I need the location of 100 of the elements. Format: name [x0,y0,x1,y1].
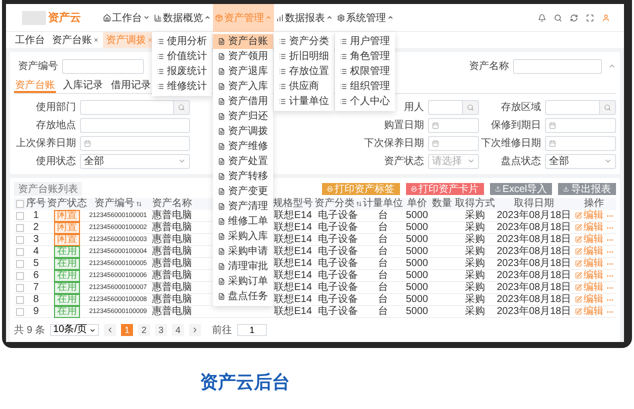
menu-item[interactable]: 资产清理 [213,198,273,214]
menu-item[interactable]: 资产转移 [213,168,273,184]
input-field[interactable] [62,58,144,74]
document-icon [218,202,225,210]
edit-icon[interactable] [574,212,582,219]
menu-item[interactable]: 角色管理 [335,48,395,64]
user-icon[interactable] [602,14,610,22]
download-icon [563,186,569,192]
table-cell: 5000 [404,222,430,234]
table-cell: 7 [26,282,46,294]
menu-item[interactable]: 维修统计 [152,78,212,94]
menu-item[interactable]: 资产分类 [274,34,334,48]
edit-icon[interactable] [574,248,582,255]
menu-item[interactable]: 个人中心 [335,94,395,108]
date-field[interactable] [80,136,190,150]
menu-item[interactable]: 资产处置 [213,154,273,168]
document-icon [218,38,225,44]
document-icon [218,98,225,104]
search-field[interactable] [428,100,479,114]
close-icon[interactable] [93,37,99,43]
list-icon [340,68,347,74]
checkbox[interactable] [16,212,24,220]
edit-icon[interactable] [574,272,582,279]
checkbox[interactable] [16,308,24,316]
sub-tab[interactable]: 借用记录 [110,78,152,93]
menu-item[interactable]: 用户管理 [335,34,395,48]
next-page-button[interactable] [189,324,202,336]
select-field[interactable]: 全部 [545,154,616,168]
menu-item[interactable]: 资产变更 [213,184,273,198]
date-field[interactable] [545,118,616,132]
menu-item[interactable]: 报废统计 [152,64,212,78]
list-icon [340,98,347,104]
checkbox[interactable] [16,260,24,268]
page-button[interactable]: 2 [138,324,150,336]
checkbox[interactable] [16,284,24,292]
date-field[interactable] [428,136,479,150]
sort-icon[interactable] [136,201,142,207]
menu-item[interactable]: 计量单位 [274,94,334,108]
page-tab[interactable]: 工作台 [12,32,48,48]
page-size-select[interactable]: 10条/页 [50,324,100,336]
search-field[interactable] [80,100,190,114]
menu-item[interactable]: 采购申请 [213,244,273,258]
date-field[interactable] [428,118,479,132]
edit-icon[interactable] [574,308,582,315]
checkbox[interactable] [16,236,24,244]
menu-item[interactable]: 资产退库 [213,64,273,78]
sort-icon[interactable] [356,201,362,207]
edit-icon[interactable] [574,284,582,291]
select-field[interactable]: 全部 [80,154,190,168]
menu-item[interactable]: 资产维修 [213,138,273,154]
bell-icon[interactable] [538,14,546,22]
menu-item[interactable]: 资产借用 [213,94,273,108]
nav-menu-item[interactable]: 数据报表 [274,4,335,32]
table-cell: 5000 [404,270,430,282]
menu-item[interactable]: 权限管理 [335,64,395,78]
field-label: 购置日期 [384,120,424,131]
search-field[interactable] [545,100,616,114]
checkbox[interactable] [16,272,24,280]
total-count: 共 9 条 [14,324,46,337]
menu-item[interactable]: 组织管理 [335,78,395,94]
edit-icon[interactable] [574,236,582,243]
edit-icon[interactable] [574,296,582,303]
page-input[interactable]: 1 [237,324,268,336]
page-button[interactable]: 3 [155,324,168,336]
nav-menu-item[interactable]: 数据概览 [152,4,213,32]
sub-tab[interactable]: 入库记录 [62,78,104,93]
table-cell: 联想E14 [272,282,314,294]
menu-item[interactable]: 价值统计 [152,48,212,64]
menu-item[interactable]: 存放位置 [274,64,334,78]
prev-page-button[interactable] [104,324,116,336]
menu-item[interactable]: 供应商 [274,78,334,94]
page-tab[interactable]: 资产台账 [49,32,102,48]
date-field[interactable] [545,136,616,150]
column-header: 操作 [584,198,604,210]
edit-icon[interactable] [574,260,582,267]
menu-item[interactable]: 资产台账 [213,34,273,48]
checkbox[interactable] [16,224,24,232]
input-field[interactable] [80,118,190,132]
checkbox[interactable] [16,248,24,256]
fullscreen-icon[interactable] [586,14,594,22]
checkbox[interactable] [16,296,24,304]
menu-item[interactable]: 折旧明细 [274,48,334,64]
page-button[interactable]: 4 [172,324,184,336]
document-icon [218,188,225,194]
menu-item[interactable]: 资产领用 [213,48,273,64]
input-field[interactable] [513,58,602,74]
menu-item[interactable]: 清理审批 [213,258,273,274]
edit-icon[interactable] [574,224,582,231]
nav-menu-item[interactable]: 系统管理 [335,4,396,32]
caret-icon [204,14,211,21]
list-icon [279,98,286,104]
menu-item[interactable]: 资产调拨 [213,124,273,138]
collapse-icon[interactable] [608,62,616,70]
list-icon [340,38,347,44]
menu-item[interactable]: 资产入库 [213,78,273,94]
search-icon[interactable] [554,14,562,22]
refresh-icon[interactable] [570,14,578,22]
table-cell: 2023年08月18日 [496,246,572,258]
menu-item[interactable]: 资产归还 [213,108,273,124]
nav-menu-item[interactable]: 工作台 [101,4,152,32]
